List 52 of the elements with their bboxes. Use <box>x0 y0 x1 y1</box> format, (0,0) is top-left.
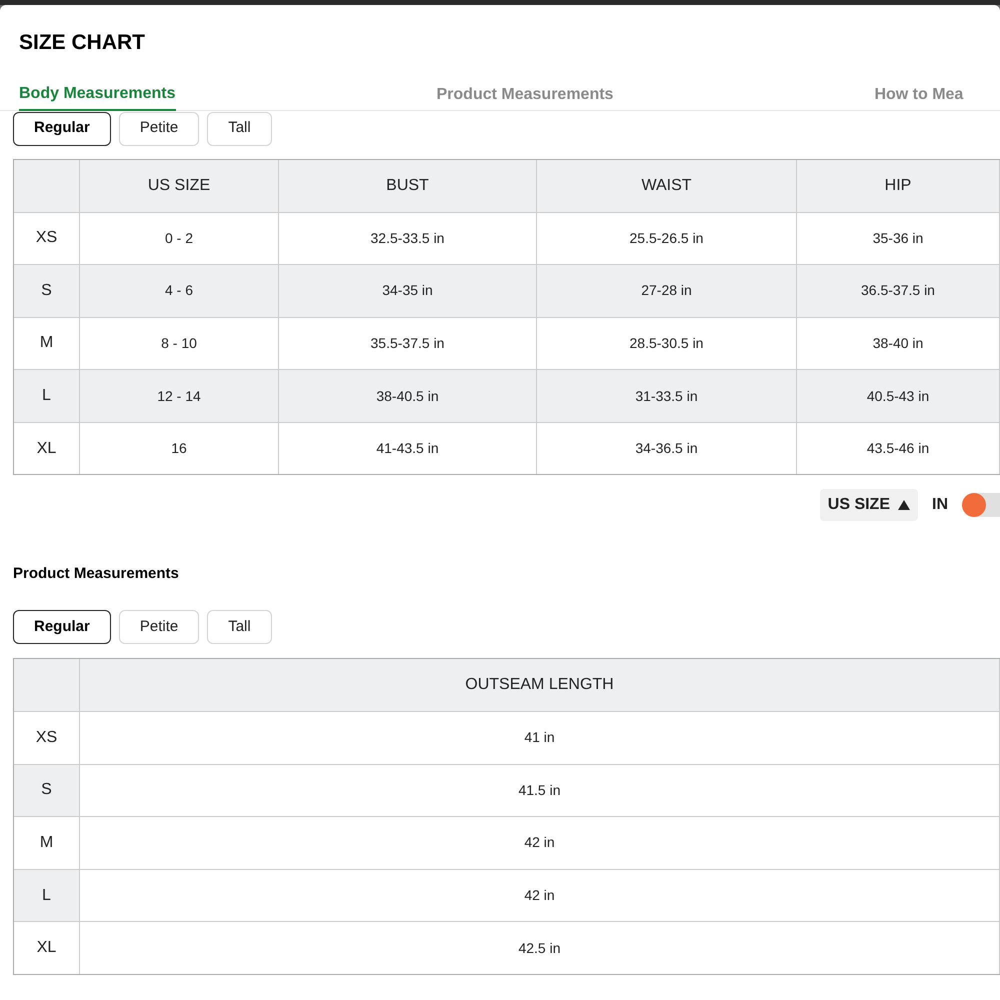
fit-option[interactable]: Regular <box>13 112 111 146</box>
size-label: M <box>40 333 54 354</box>
fit-option[interactable]: Regular <box>13 610 111 644</box>
column-header: WAIST <box>641 176 692 196</box>
section-heading: Product Measurements <box>13 564 179 584</box>
table-cell-text: 16 <box>171 439 187 458</box>
triangle-up-icon <box>898 500 910 510</box>
fit-option[interactable]: Petite <box>118 610 200 644</box>
table-cell-text: 42 in <box>524 886 555 906</box>
column-header: HIP <box>884 176 912 196</box>
fit-option[interactable]: Tall <box>207 610 272 644</box>
table-cell-text: 32.5-33.5 in <box>370 228 444 248</box>
sort-button[interactable]: US SIZE <box>820 489 918 522</box>
table-cell-text: 41-43.5 in <box>376 439 439 458</box>
table-cell-text: 38-40.5 in <box>376 386 439 406</box>
table-cell-text: 0 - 2 <box>164 228 193 248</box>
size-label: XL <box>36 438 56 459</box>
table-cell-text: 8 - 10 <box>161 334 197 353</box>
table-cell-text: 36.5-37.5 in <box>861 281 935 300</box>
table-cell-text: 42.5 in <box>518 938 561 958</box>
size-label: XS <box>36 228 58 248</box>
modal-title: SIZE CHART <box>18 30 145 56</box>
size-label: L <box>42 386 51 406</box>
table-cell-text: 35-36 in <box>872 228 924 248</box>
size-label: S <box>41 280 52 301</box>
table-cell-text: 25.5-26.5 in <box>630 228 704 248</box>
table-cell-text: 34-36.5 in <box>635 439 698 458</box>
table-cell-text: 4 - 6 <box>164 281 193 300</box>
size-label: M <box>40 832 54 853</box>
table-cell-text: 12 - 14 <box>157 386 201 406</box>
fit-option[interactable]: Petite <box>118 112 200 146</box>
table-cell-text: 31-33.5 in <box>635 386 698 406</box>
column-header: BUST <box>386 176 429 196</box>
table-cell-text: 34-35 in <box>382 281 433 300</box>
size-label: XL <box>36 938 56 958</box>
size-label: S <box>41 780 52 800</box>
unit-toggle[interactable] <box>962 493 1000 518</box>
table-cell-text: 27-28 in <box>641 281 692 300</box>
table-cell-text: 40.5-43 in <box>866 386 930 406</box>
unit-label: IN <box>932 495 948 516</box>
table-cell-text: 35.5-37.5 in <box>370 334 444 353</box>
size-label: L <box>42 886 51 906</box>
column-header: OUTSEAM LENGTH <box>465 674 614 695</box>
table-cell-text: 41.5 in <box>518 780 561 800</box>
size-label: XS <box>36 728 58 748</box>
fit-option[interactable]: Tall <box>207 112 272 146</box>
table-cell-text: 41 in <box>524 728 555 748</box>
table-cell-text: 43.5-46 in <box>866 439 930 458</box>
table-cell-text: 28.5-30.5 in <box>630 334 704 353</box>
table-cell-text: 38-40 in <box>872 334 924 353</box>
table-cell-text: 42 in <box>524 833 555 852</box>
column-header: US SIZE <box>148 176 210 196</box>
